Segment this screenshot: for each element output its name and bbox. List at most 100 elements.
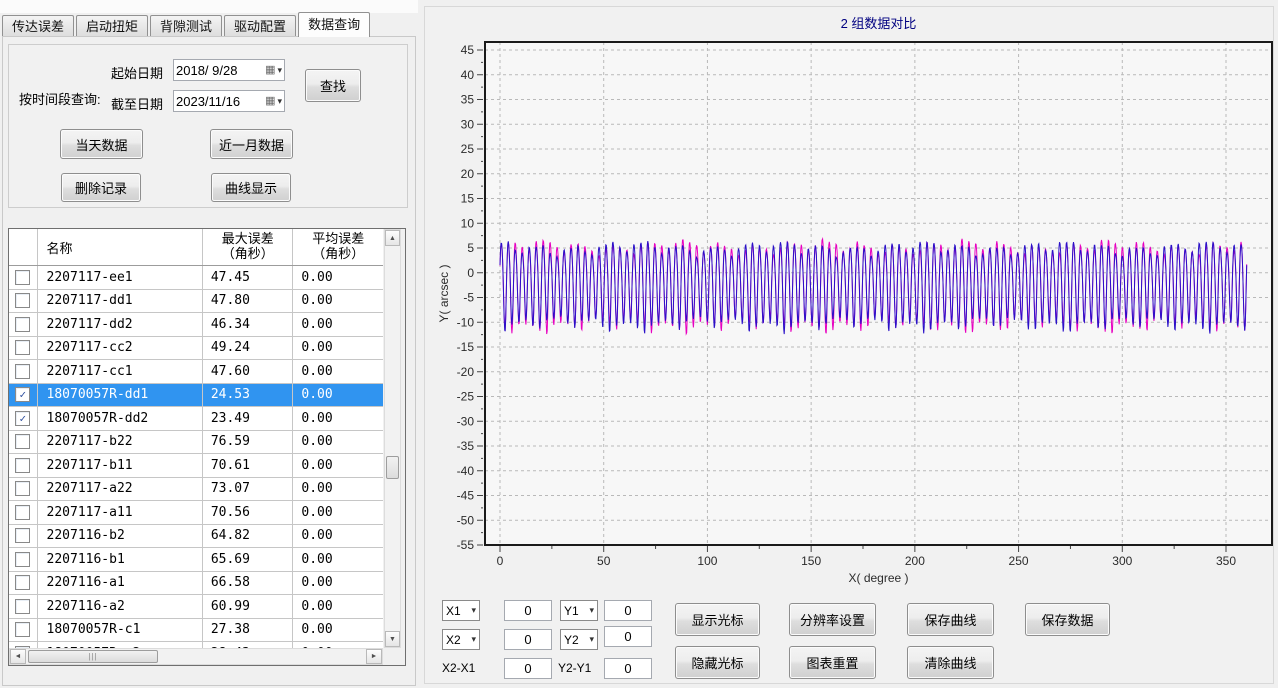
row-checkbox[interactable]	[15, 317, 30, 332]
table-row[interactable]: 2207117-dd1 47.80 0.00	[9, 290, 383, 314]
table-row[interactable]: 2207117-b22 76.59 0.00	[9, 431, 383, 455]
row-checkbox[interactable]	[15, 270, 30, 285]
scroll-left-arrow-icon[interactable]: ◄	[10, 649, 26, 664]
row-checkbox[interactable]: ✓	[15, 411, 30, 426]
scroll-down-arrow-icon[interactable]: ▼	[385, 631, 400, 647]
table-row[interactable]: 2207117-dd2 46.34 0.00	[9, 313, 383, 337]
row-avg-error: 0.00	[292, 478, 383, 501]
delete-record-button[interactable]: 删除记录	[61, 173, 141, 202]
chevron-down-icon: ▾	[471, 635, 476, 644]
row-checkbox[interactable]	[15, 434, 30, 449]
curve-display-button[interactable]: 曲线显示	[211, 173, 291, 202]
svg-text:30: 30	[461, 117, 475, 131]
row-checkbox[interactable]	[15, 528, 30, 543]
table-row[interactable]: ✓ 18070057R-dd2 23.49 0.00	[9, 407, 383, 431]
table-row[interactable]: 2207116-b2 64.82 0.00	[9, 525, 383, 549]
dx-value-input[interactable]	[504, 658, 552, 679]
query-group-box: 按时间段查询: 起始日期 2018/ 9/28 ▦ ▾ 查找 截至日期 2023…	[8, 44, 408, 208]
y1-value-input[interactable]	[604, 600, 652, 621]
x2-value-input[interactable]	[504, 629, 552, 650]
y2-value-input[interactable]	[604, 626, 652, 647]
table-row[interactable]: 2207116-a2 60.99 0.00	[9, 595, 383, 619]
tab-5[interactable]: 数据查询	[298, 12, 370, 37]
row-checkbox[interactable]	[15, 505, 30, 520]
row-avg-error: 0.00	[292, 407, 383, 430]
svg-text:50: 50	[597, 554, 611, 568]
show-cursor-button[interactable]: 显示光标	[675, 603, 760, 636]
row-avg-error: 0.00	[292, 619, 383, 642]
chevron-down-icon[interactable]: ▾	[277, 66, 282, 75]
row-name: 2207117-a11	[37, 501, 202, 524]
row-checkbox[interactable]	[15, 458, 30, 473]
row-name: 2207116-a2	[37, 595, 202, 618]
table-row[interactable]: 2207117-cc2 49.24 0.00	[9, 337, 383, 361]
end-date-picker[interactable]: 2023/11/16 ▦ ▾	[173, 90, 285, 112]
row-max-error: 23.49	[202, 407, 293, 430]
search-button[interactable]: 查找	[305, 69, 361, 102]
header-name[interactable]: 名称	[37, 229, 202, 265]
row-checkbox[interactable]	[15, 340, 30, 355]
row-checkbox[interactable]	[15, 622, 30, 637]
start-date-value: 2018/ 9/28	[176, 63, 265, 78]
row-checkbox[interactable]	[15, 552, 30, 567]
start-date-picker[interactable]: 2018/ 9/28 ▦ ▾	[173, 59, 285, 81]
row-checkbox[interactable]	[15, 481, 30, 496]
clear-curve-button[interactable]: 清除曲线	[907, 646, 994, 679]
table-row[interactable]: 2207117-b11 70.61 0.00	[9, 454, 383, 478]
horizontal-scroll-thumb[interactable]: |||	[28, 650, 158, 663]
row-name: 18070057R-dd2	[37, 407, 202, 430]
today-data-button[interactable]: 当天数据	[60, 129, 143, 159]
row-checkbox[interactable]	[15, 293, 30, 308]
chart-svg[interactable]: 454035302520151050-5-10-15-20-25-30-35-4…	[426, 10, 1274, 588]
save-data-button[interactable]: 保存数据	[1025, 603, 1110, 636]
table-horizontal-scrollbar[interactable]: ◄ ||| ►	[9, 648, 383, 665]
chart-reset-button[interactable]: 图表重置	[789, 646, 876, 679]
table-row[interactable]: 2207116-a1 66.58 0.00	[9, 572, 383, 596]
svg-text:-15: -15	[457, 340, 475, 354]
hide-cursor-button[interactable]: 隐藏光标	[675, 646, 760, 679]
table-row[interactable]: 2207117-cc1 47.60 0.00	[9, 360, 383, 384]
x1-cursor-select[interactable]: X1▾	[442, 600, 480, 621]
y2-cursor-select[interactable]: Y2▾	[560, 629, 598, 650]
calendar-icon: ▦	[265, 96, 275, 107]
table-row[interactable]: 2207116-b1 65.69 0.00	[9, 548, 383, 572]
vertical-scroll-thumb[interactable]	[386, 456, 399, 479]
x1-value-input[interactable]	[504, 600, 552, 621]
table-row[interactable]: 18070057R-c1 27.38 0.00	[9, 619, 383, 643]
row-name: 18070057R-dd1	[37, 384, 202, 407]
tab-1[interactable]: 传达误差	[2, 15, 74, 37]
row-checkbox[interactable]	[15, 599, 30, 614]
resolution-settings-button[interactable]: 分辨率设置	[789, 603, 876, 636]
svg-text:-50: -50	[457, 513, 475, 527]
header-avg-error[interactable]: 平均误差 （角秒）	[292, 229, 383, 265]
chevron-down-icon[interactable]: ▾	[277, 97, 282, 106]
row-checkbox[interactable]	[15, 575, 30, 590]
save-curve-button[interactable]: 保存曲线	[907, 603, 994, 636]
svg-text:20: 20	[461, 167, 475, 181]
row-checkbox[interactable]	[15, 364, 30, 379]
tab-3[interactable]: 背隙测试	[150, 15, 222, 37]
dy-value-input[interactable]	[604, 658, 652, 679]
table-vertical-scrollbar[interactable]: ▲ ▼	[384, 229, 401, 648]
row-max-error: 66.58	[202, 572, 293, 595]
row-checkbox[interactable]: ✓	[15, 387, 30, 402]
row-max-error: 60.99	[202, 595, 293, 618]
tab-4[interactable]: 驱动配置	[224, 15, 296, 37]
row-max-error: 49.24	[202, 337, 293, 360]
header-max-error[interactable]: 最大误差 （角秒）	[202, 229, 293, 265]
tab-2[interactable]: 启动扭矩	[76, 15, 148, 37]
row-avg-error: 0.00	[292, 454, 383, 477]
svg-text:250: 250	[1009, 554, 1029, 568]
scroll-up-arrow-icon[interactable]: ▲	[385, 230, 400, 246]
table-row[interactable]: 2207117-ee1 47.45 0.00	[9, 266, 383, 290]
table-row[interactable]: 2207117-a22 73.07 0.00	[9, 478, 383, 502]
row-name: 2207117-b22	[37, 431, 202, 454]
chevron-down-icon: ▾	[471, 606, 476, 615]
last-month-data-button[interactable]: 近一月数据	[210, 129, 293, 159]
y1-cursor-select[interactable]: Y1▾	[560, 600, 598, 621]
table-row[interactable]: ✓ 18070057R-dd1 24.53 0.00	[9, 384, 383, 408]
row-max-error: 46.34	[202, 313, 293, 336]
x2-cursor-select[interactable]: X2▾	[442, 629, 480, 650]
scroll-right-arrow-icon[interactable]: ►	[366, 649, 382, 664]
table-row[interactable]: 2207117-a11 70.56 0.00	[9, 501, 383, 525]
